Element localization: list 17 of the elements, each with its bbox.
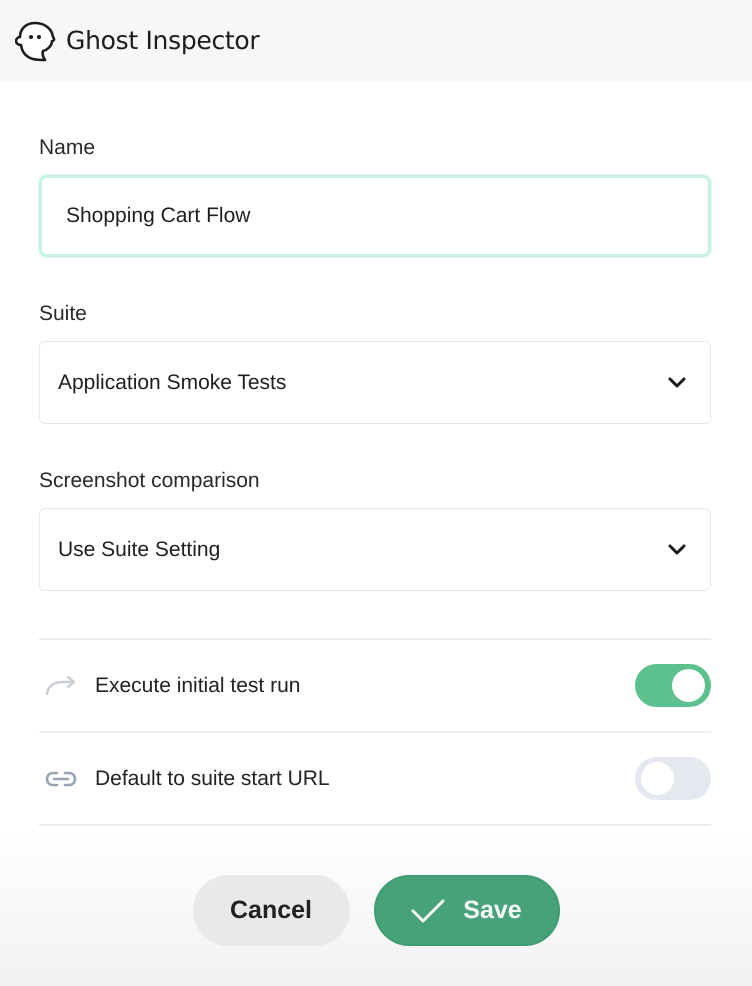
link-icon [44,768,78,788]
field-label: Screenshot comparison [39,468,261,494]
field-label: Name [39,135,96,161]
app-title: Ghost Inspector [66,25,260,58]
ghost-logo-icon [15,20,56,62]
chevron-down-icon [668,377,686,388]
cancel-button[interactable]: Cancel [192,875,350,946]
curved-arrow-icon [44,676,78,696]
select-dropdown[interactable]: Application Smoke Tests [39,341,711,424]
text-input[interactable]: Shopping Cart Flow [39,175,711,257]
option-label: Execute initial test run [95,672,302,699]
option-label: Default to suite start URL [95,766,331,792]
field-label: Suite [39,301,88,327]
toggle-switch[interactable] [635,664,711,707]
chevron-down-icon [668,544,686,555]
select-dropdown[interactable]: Use Suite Setting [39,508,711,591]
check-icon [411,898,446,924]
